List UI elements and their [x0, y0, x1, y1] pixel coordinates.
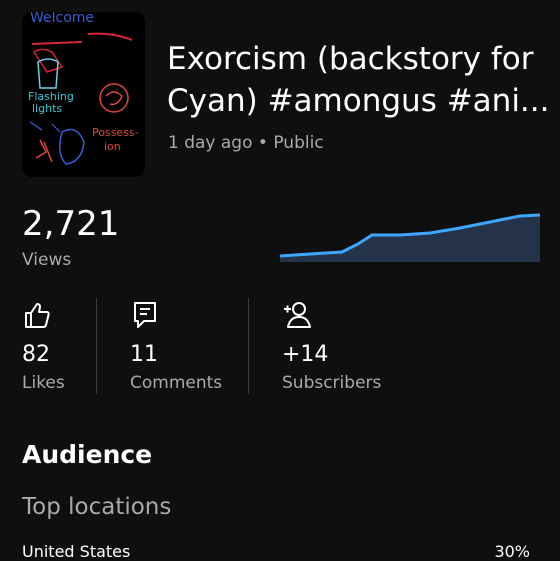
likes-label: Likes	[22, 373, 65, 393]
views-sparkline-chart	[280, 213, 540, 262]
add-person-icon	[284, 302, 311, 328]
subscribers-count: +14	[282, 342, 329, 367]
thumbnail-possess-text: Possess-	[92, 126, 139, 139]
thumbnail-drawing: Welcome Flashing lights Possess- ion	[22, 12, 145, 177]
top-locations-heading: Top locations	[22, 494, 172, 520]
comments-stat[interactable]: 11 Comments	[130, 300, 222, 393]
video-meta: 1 day ago • Public	[168, 133, 324, 153]
likes-count: 82	[22, 342, 50, 367]
audience-heading: Audience	[22, 440, 153, 469]
sparkline-area	[280, 215, 540, 262]
video-thumbnail[interactable]: Welcome Flashing lights Possess- ion	[22, 12, 145, 177]
location-percent: 30%	[494, 542, 530, 561]
subscribers-label: Subscribers	[282, 373, 382, 393]
thumbnail-ion-text: ion	[104, 140, 121, 153]
thumbs-up-icon	[25, 303, 50, 328]
visibility-status: Public	[273, 133, 324, 153]
video-title-line1: Exorcism (backstory for	[167, 41, 534, 77]
comment-icon	[134, 302, 156, 328]
meta-separator: •	[257, 133, 268, 153]
upload-age: 1 day ago	[168, 133, 253, 153]
views-label: Views	[22, 250, 72, 270]
views-count: 2,721	[22, 204, 120, 244]
location-row: United States 30%	[22, 542, 530, 561]
thumbnail-top-text: Welcome	[30, 12, 94, 26]
comments-label: Comments	[130, 373, 223, 393]
thumbnail-lights-text: lights	[32, 102, 62, 115]
video-title: Exorcism (backstory for Cyan) #amongus #…	[167, 38, 547, 122]
location-country: United States	[22, 542, 131, 561]
stat-divider	[248, 298, 249, 394]
stat-divider	[96, 298, 97, 394]
video-title-line2: Cyan) #amongus #ani...	[167, 83, 547, 119]
likes-stat[interactable]: 82 Likes	[22, 300, 65, 393]
subscribers-stat[interactable]: +14 Subscribers	[282, 300, 381, 393]
comments-count: 11	[130, 342, 158, 367]
